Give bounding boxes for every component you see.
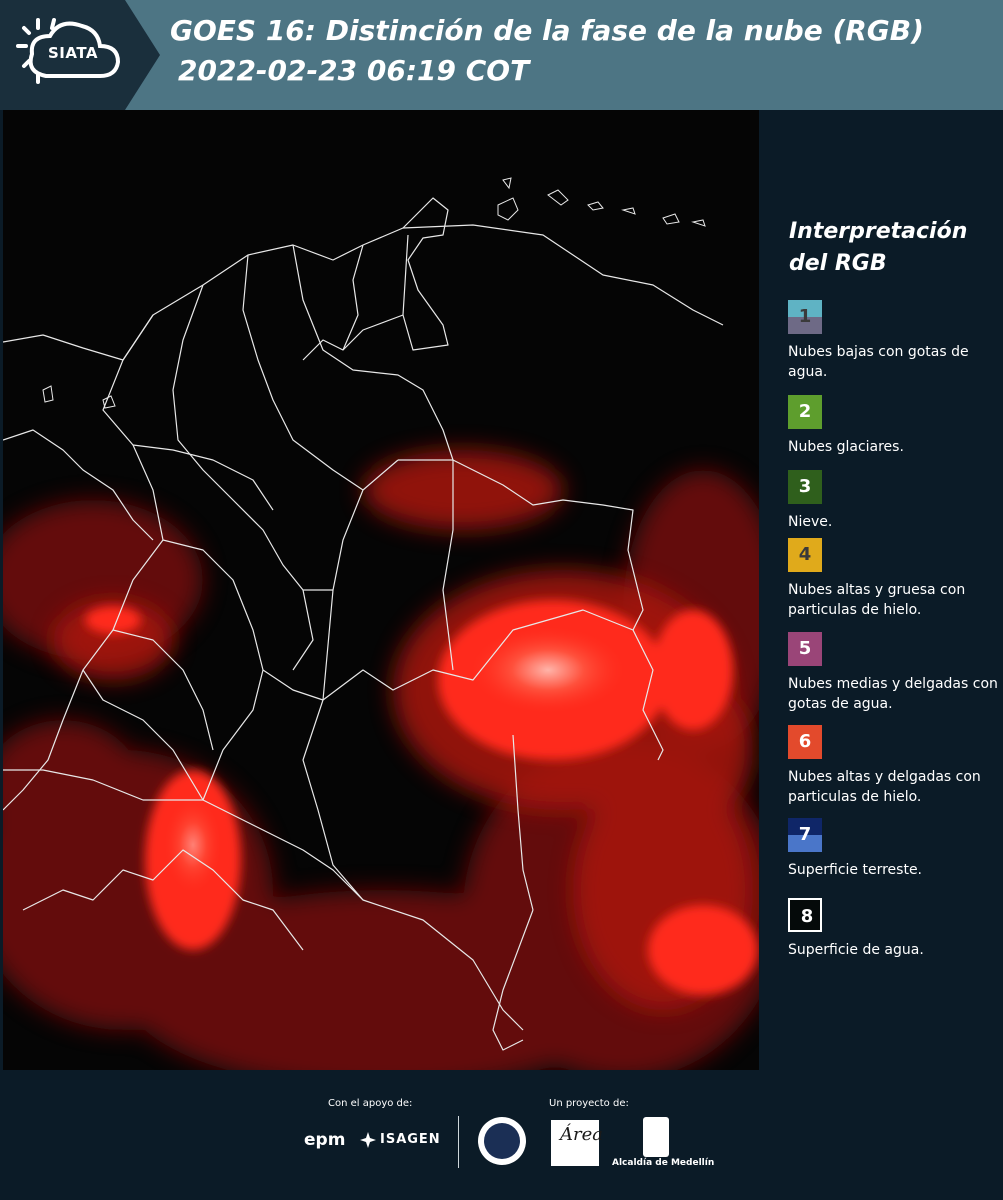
legend-label: Superficie terreste. xyxy=(788,862,923,878)
legend-number: 4 xyxy=(798,544,812,565)
legend-item: 5 Nubes medias y delgadas con gotas de ag… xyxy=(788,632,998,714)
alcaldia-text: Alcaldía de Medellín xyxy=(612,1158,715,1168)
legend-number: 5 xyxy=(798,638,812,659)
legend-swatch: 6 xyxy=(788,725,822,759)
footer-divider xyxy=(458,1116,459,1168)
legend-number: 3 xyxy=(798,476,812,497)
legend-swatch: 3 xyxy=(788,470,822,504)
legend-label: Nubes bajas con gotas de agua. xyxy=(788,344,969,380)
legend-swatch: 2 xyxy=(788,395,822,429)
page-timestamp: 2022-02-23 06:19 COT xyxy=(178,54,530,87)
legend-label: Nubes glaciares. xyxy=(788,439,904,455)
footer: Con el apoyo de: Un proyecto de: epm ISA… xyxy=(0,1070,1003,1200)
legend-label: Nieve. xyxy=(788,514,833,530)
isagen-logo: ISAGEN xyxy=(380,1132,441,1147)
legend-number: 6 xyxy=(798,731,812,752)
legend-item: 1 Nubes bajas con gotas de agua. xyxy=(788,300,998,382)
legend-number: 7 xyxy=(798,824,812,845)
legend-swatch: 8 xyxy=(788,898,822,932)
legend-item: 7 Superficie terreste. xyxy=(788,818,998,880)
support-label: Con el apoyo de: xyxy=(328,1098,413,1109)
legend-item: 6 Nubes altas y delgadas con particulas d… xyxy=(788,725,998,807)
legend-label: Nubes medias y delgadas con gotas de agu… xyxy=(788,676,998,712)
legend-label: Superficie de agua. xyxy=(788,942,924,958)
legend-number: 1 xyxy=(798,306,812,327)
header-bar: SIATA GOES 16: Distinción de la fase de … xyxy=(0,0,1003,110)
legend-panel: Interpretación del RGB 1 Nubes bajas con … xyxy=(762,110,1003,1070)
area-metropolitana-text: Área xyxy=(560,1124,603,1145)
siata-logo-text: SIATA xyxy=(48,44,99,62)
legend-swatch: 4 xyxy=(788,538,822,572)
legend-swatch: 1 xyxy=(788,300,822,334)
legend-item: 8 Superficie de agua. xyxy=(788,898,998,960)
project-label: Un proyecto de: xyxy=(549,1098,629,1109)
page-title: GOES 16: Distinción de la fase de la nub… xyxy=(170,14,924,47)
legend-title: Interpretación del RGB xyxy=(789,219,968,276)
legend-item: 4 Nubes altas y gruesa con particulas de … xyxy=(788,538,998,620)
legend-number: 8 xyxy=(800,906,814,927)
legend-swatch: 7 xyxy=(788,818,822,852)
legend-number: 2 xyxy=(798,401,812,422)
isagen-star-icon xyxy=(360,1132,376,1148)
legend-label: Nubes altas y delgadas con particulas de… xyxy=(788,769,981,805)
alcaldia-shield-icon xyxy=(643,1117,669,1157)
legend-item: 3 Nieve. xyxy=(788,470,998,532)
legend-label: Nubes altas y gruesa con particulas de h… xyxy=(788,582,966,618)
university-seal-icon xyxy=(478,1117,526,1165)
legend-swatch: 5 xyxy=(788,632,822,666)
satellite-map[interactable] xyxy=(3,110,759,1070)
epm-logo: epm xyxy=(304,1130,346,1150)
satellite-image xyxy=(3,110,759,1070)
legend-item: 2 Nubes glaciares. xyxy=(788,395,998,457)
